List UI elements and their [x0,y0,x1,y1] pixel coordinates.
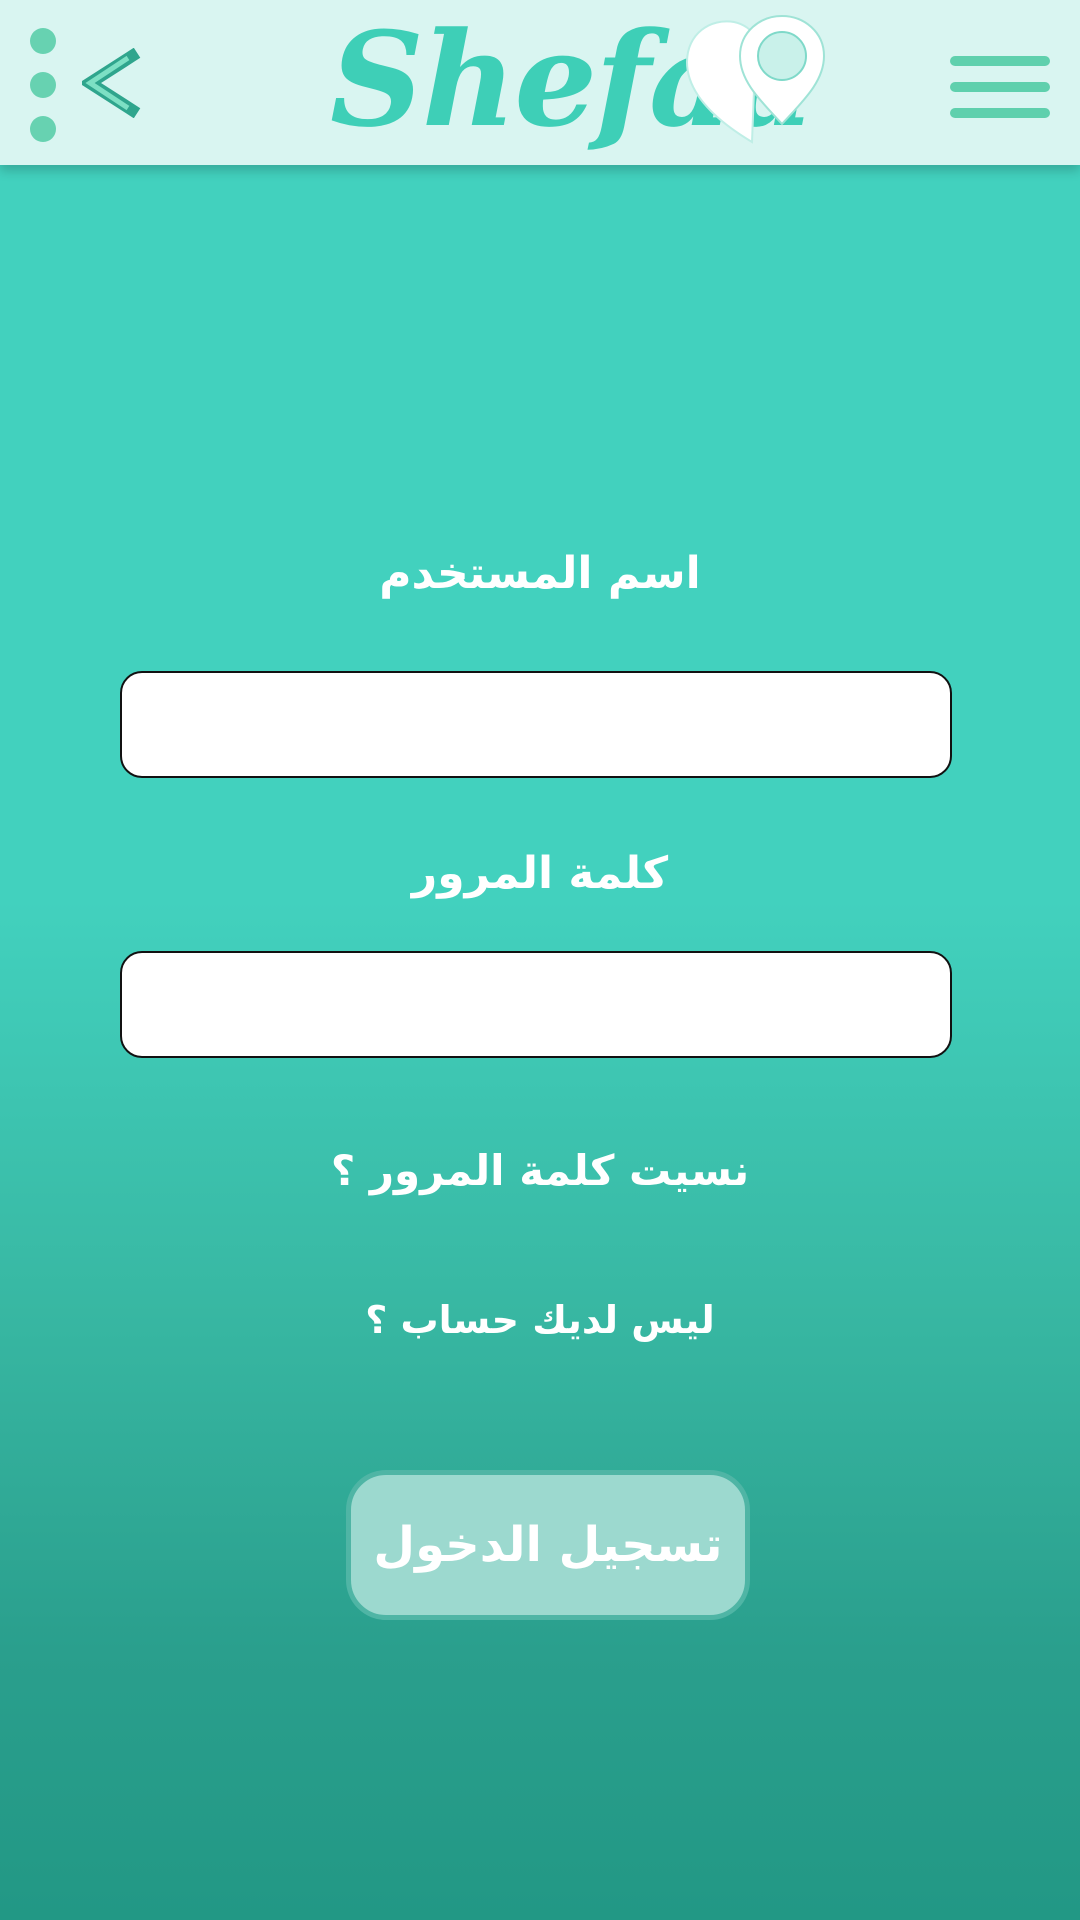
forgot-password-link[interactable]: نسيت كلمة المرور ؟ [0,1146,1080,1195]
back-chevron-icon [78,47,141,119]
hamburger-bar [950,82,1050,92]
hamburger-bar [950,56,1050,66]
app-header: Shefaa [0,0,1080,165]
hamburger-bar [950,108,1050,118]
back-button[interactable] [78,47,142,119]
password-input[interactable] [120,951,952,1058]
password-label: كلمة المرور [411,848,669,899]
login-button[interactable]: تسجيل الدخول [346,1470,750,1620]
username-input[interactable] [120,671,952,778]
hamburger-menu-icon[interactable] [950,56,1050,118]
shefaa-logo: Shefaa [330,0,830,160]
kebab-dot [30,116,56,142]
kebab-dot [30,28,56,54]
username-label: اسم المستخدم [379,548,701,599]
map-pin-heart-logo [685,14,826,144]
kebab-menu-icon[interactable] [26,26,62,146]
kebab-dot [30,72,56,98]
create-account-link[interactable]: ليس لديك حساب ؟ [0,1298,1080,1342]
